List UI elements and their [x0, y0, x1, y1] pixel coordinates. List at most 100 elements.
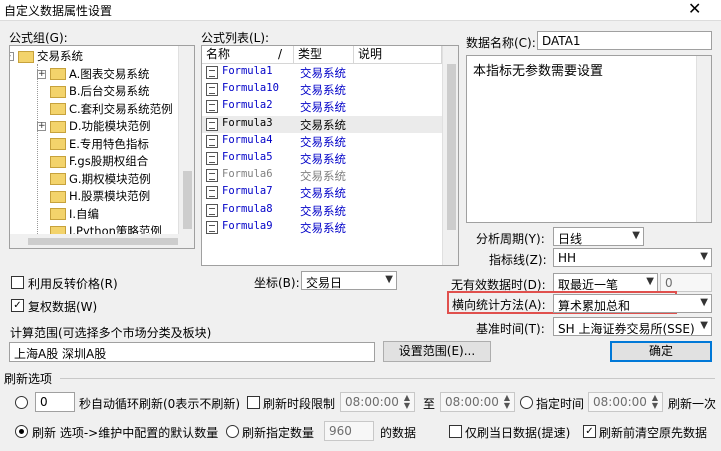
folder-icon [50, 138, 66, 150]
formula-row[interactable]: Formula4 交易系统 [202, 133, 442, 150]
chevron-down-icon: ▼ [646, 276, 654, 287]
invalid-data-number[interactable]: 0 [660, 273, 712, 292]
list-scroll-thumb[interactable] [447, 64, 456, 230]
time-from-input[interactable]: 08:00:00 ▲ ▼ [340, 392, 415, 412]
tree-item[interactable]: B.后台交易系统 [50, 83, 150, 100]
tree-scroll-thumb[interactable] [183, 171, 192, 229]
tree-item-label: H.股票模块范例 [69, 189, 151, 203]
horizontal-stat-label: 横向统计方法(A): [452, 298, 546, 312]
column-header-name[interactable]: 名称 / [202, 46, 294, 64]
formula-doc-icon [206, 134, 218, 148]
indicator-line-label: 指标线(Z): [489, 253, 547, 267]
formula-doc-icon [206, 169, 218, 183]
chevron-down-icon: ▼ [700, 251, 708, 262]
chevron-down-icon: ▼ [700, 297, 708, 308]
formula-group-tree[interactable]: 交易系统 - A.图表交易系统 + B.后台交易系统 C.套利交易系统范例 D.功能模块范例… [9, 45, 195, 249]
tree-item-label: E.专用特色指标 [69, 136, 149, 151]
formula-name: Formula2 [222, 99, 273, 112]
tree-item[interactable]: A.图表交易系统 [50, 66, 149, 83]
formula-row[interactable] [202, 236, 442, 253]
formula-name: Formula1 [222, 65, 273, 77]
base-time-select[interactable]: SH 上海证券交易所(SSE) ▼ [553, 317, 712, 336]
base-time-label: 基准时间(T): [476, 322, 545, 336]
tree-item[interactable]: D.功能模块范例 [50, 118, 151, 135]
seconds-input[interactable]: 0 [35, 392, 75, 412]
folder-icon [50, 120, 66, 133]
data-name-label: 数据名称(C): [466, 36, 536, 50]
formula-doc-icon [206, 100, 218, 114]
column-header-type[interactable]: 类型 [294, 46, 354, 64]
time-to-input[interactable]: 08:00:00 ▲ ▼ [440, 392, 515, 412]
list-vertical-scrollbar[interactable] [442, 46, 458, 265]
reverse-price-checkbox[interactable] [11, 276, 24, 289]
data-name-input[interactable]: DATA1 [537, 31, 712, 50]
tree-hscroll-thumb[interactable] [28, 238, 178, 245]
formula-list-label: 公式列表(L): [201, 31, 270, 45]
coordinate-select[interactable]: 交易日 ▼ [301, 271, 397, 290]
formula-type: 交易系统 [300, 117, 346, 132]
formula-row[interactable]: Formula7 交易系统 [202, 184, 442, 201]
formula-row[interactable]: Formula8 交易系统 [202, 202, 442, 219]
formula-doc-icon [206, 117, 218, 131]
formula-name: Formula4 [222, 133, 273, 146]
formula-row[interactable]: Formula2 交易系统 [202, 98, 442, 115]
formula-doc-icon [206, 186, 218, 200]
clear-before-checkbox[interactable]: ✓ [583, 425, 596, 438]
formula-name: Formula6 [222, 168, 273, 181]
ok-button[interactable]: 确定 [610, 341, 712, 362]
formula-doc-icon [206, 220, 218, 234]
tree-item[interactable]: F.gs股期权组合 [50, 153, 148, 170]
refresh-once-label: 刷新一次 [668, 397, 717, 411]
formula-name: Formula7 [222, 185, 273, 198]
tree-item[interactable]: I.自编 [50, 206, 99, 223]
formula-row[interactable]: Formula6 交易系统 [202, 167, 442, 184]
tree-item[interactable]: H.股票模块范例 [50, 188, 150, 205]
description-box[interactable]: 本指标无参数需要设置 [466, 55, 712, 223]
formula-group-label: 公式组(G): [9, 31, 68, 45]
expand-icon[interactable]: + [37, 69, 46, 79]
calc-range-label: 计算范围(可选择多个市场分类及板块) [10, 326, 212, 340]
collapse-icon[interactable]: - [10, 52, 14, 61]
invalid-data-select[interactable]: 取最近一笔 ▼ [553, 273, 658, 292]
horizontal-stat-select[interactable]: 算术累加总和 ▼ [553, 294, 712, 313]
tree-item[interactable]: E.专用特色指标 [50, 136, 149, 153]
count-input[interactable]: 960 [324, 421, 374, 441]
close-icon[interactable]: ✕ [688, 0, 701, 18]
seconds-text: 秒自动循环刷新(0表示不刷新) [79, 397, 240, 411]
formula-row[interactable]: Formula3 交易系统 [202, 115, 442, 133]
tree-item-label: B.后台交易系统 [69, 84, 150, 98]
formula-row[interactable]: Formula10 交易系统 [202, 81, 442, 98]
analysis-period-select[interactable]: 日线 ▼ [553, 227, 644, 246]
chevron-down-icon: ▼ [700, 320, 708, 331]
auto-refresh-radio[interactable] [15, 396, 28, 409]
folder-icon [50, 173, 66, 185]
spinner-icon: ▲ ▼ [651, 393, 659, 410]
default-refresh-radio[interactable] [15, 425, 28, 438]
tree-item-label: D.功能模块范例 [69, 119, 151, 133]
formula-doc-icon [206, 83, 218, 97]
tree-item[interactable]: 交易系统 [18, 48, 83, 65]
tree-item[interactable]: C.套利交易系统范例 [50, 101, 173, 118]
expand-icon[interactable]: + [37, 122, 46, 131]
set-range-button[interactable]: 设置范围(E)... [383, 341, 491, 362]
period-limit-checkbox[interactable] [247, 396, 260, 409]
formula-row[interactable]: Formula1 交易系统 [202, 64, 442, 81]
formula-type: 交易系统 [300, 152, 346, 166]
specified-count-radio[interactable] [226, 425, 239, 438]
time-specified-input[interactable]: 08:00:00 ▲ ▼ [588, 392, 663, 412]
restore-rights-checkbox[interactable]: ✓ [11, 299, 24, 312]
formula-row[interactable]: Formula5 交易系统 [202, 150, 442, 167]
column-header-description[interactable]: 说明 [354, 46, 442, 64]
indicator-line-select[interactable]: HH ▼ [553, 248, 712, 267]
refresh-section-label: 刷新选项 [4, 372, 53, 386]
calc-range-input[interactable]: 上海A股 深圳A股 [9, 342, 375, 362]
specified-time-radio[interactable] [520, 396, 533, 409]
tree-vertical-scrollbar[interactable] [178, 46, 194, 234]
period-limit-label: 刷新时段限制 [263, 397, 336, 411]
tree-item[interactable]: G.期权模块范例 [50, 171, 151, 188]
formula-list[interactable]: 名称 / 类型 说明 Formula1 交易系统 Formula10 交易系统 Formu… [201, 45, 459, 266]
description-scrollbar[interactable] [696, 56, 711, 222]
formula-row[interactable]: Formula9 交易系统 [202, 219, 442, 236]
tree-horizontal-scrollbar[interactable] [10, 234, 194, 248]
only-today-checkbox[interactable] [449, 425, 462, 438]
